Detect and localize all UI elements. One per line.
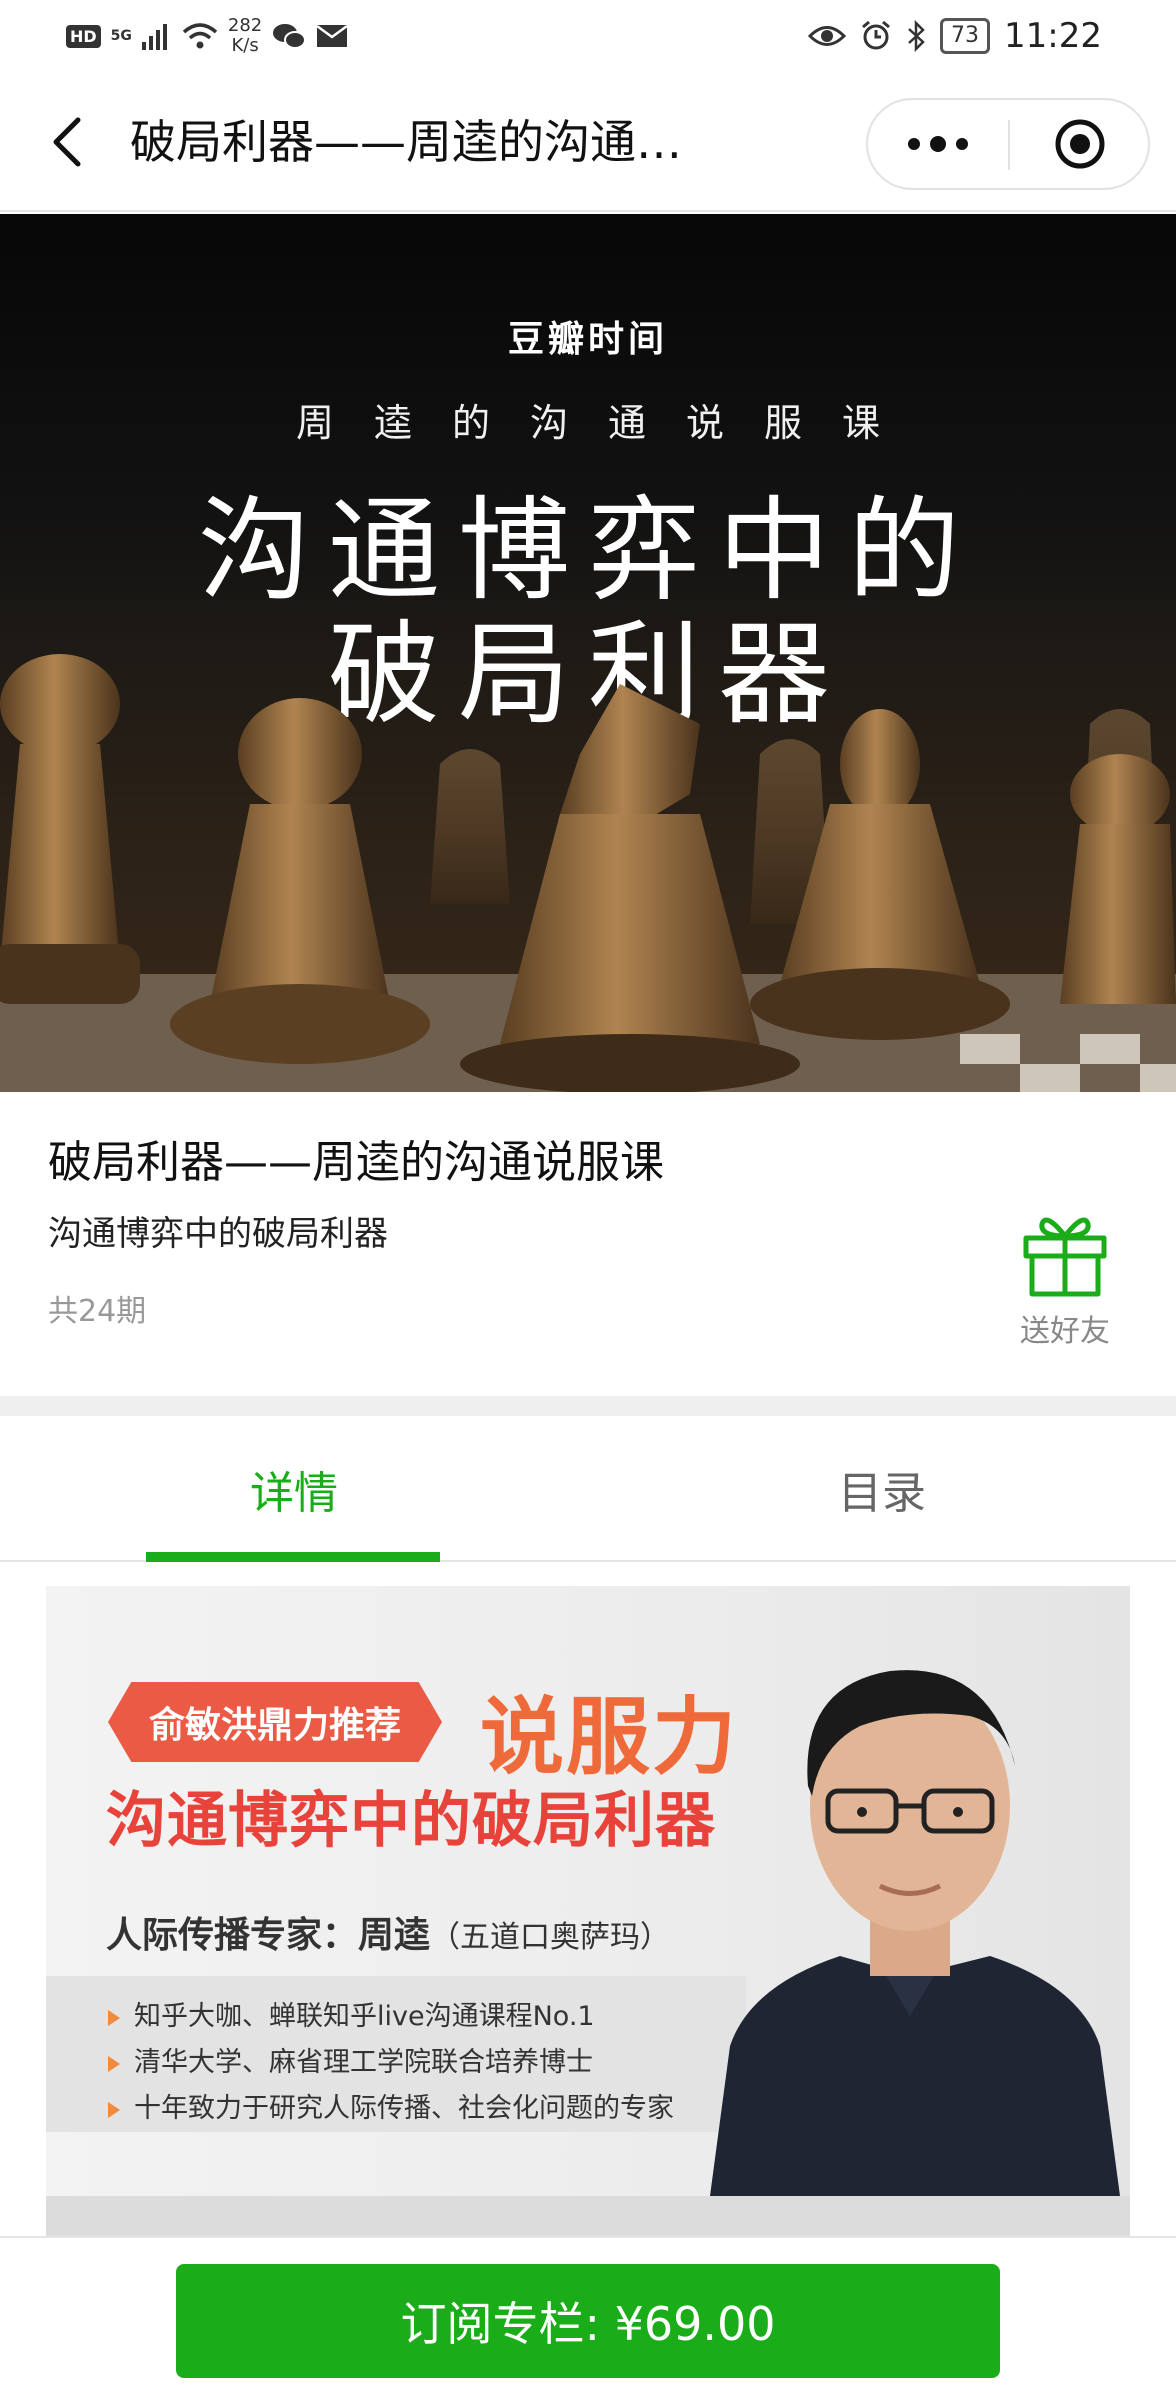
clock: 11:22 — [1004, 16, 1102, 56]
section-divider — [0, 1396, 1176, 1416]
wifi-icon — [182, 23, 218, 49]
more-dots-icon — [908, 136, 968, 152]
tab-catalog[interactable]: 目录 — [588, 1416, 1176, 1562]
battery-icon: 73 — [940, 18, 991, 54]
gift-label: 送好友 — [1020, 1314, 1110, 1349]
status-bar: HD 5G 282 K/s 73 11:22 — [0, 0, 1176, 72]
expert-label: 人际传播专家：周逵 — [106, 1915, 431, 1956]
subscribe-button[interactable]: 订阅专栏: ¥69.00 — [176, 2264, 1000, 2378]
active-tab-indicator — [146, 1552, 440, 1562]
hd-badge: HD — [66, 24, 101, 48]
speed-value: 282 — [227, 15, 263, 36]
bullet-icon — [108, 2101, 120, 2118]
bullet-icon — [108, 2009, 120, 2026]
network-speed: 282 K/s — [228, 16, 262, 56]
banner-slogan: 沟通博弈中的破局利器 — [106, 1786, 716, 1856]
close-miniprogram-button[interactable] — [1010, 100, 1150, 188]
credential-item: 知乎大咖、蝉联知乎live沟通课程No.1 — [108, 1994, 595, 2033]
bluetooth-icon — [908, 20, 925, 52]
promo-banner: 俞敏洪鼎力推荐 说服力 沟通博弈中的破局利器 人际传播专家：周逵（五道口奥萨玛）… — [46, 1586, 1130, 2236]
gift-icon — [1023, 1217, 1107, 1297]
bullet-icon — [108, 2055, 120, 2072]
wechat-icon — [273, 24, 307, 49]
course-subtitle: 沟通博弈中的破局利器 — [48, 1214, 388, 1254]
credential-text: 十年致力于研究人际传播、社会化问题的专家 — [134, 2093, 674, 2124]
banner-footer — [46, 2196, 1130, 2236]
credential-text: 知乎大咖、蝉联知乎live沟通课程No.1 — [134, 2001, 595, 2032]
episode-count: 共24期 — [48, 1294, 147, 1329]
miniprogram-capsule — [866, 98, 1150, 190]
cover-subtitle: 周逵的沟通说服课 — [295, 401, 920, 445]
speed-unit: K/s — [231, 35, 259, 56]
course-title: 破局利器——周逵的沟通说服课 — [48, 1137, 664, 1188]
credential-text: 清华大学、麻省理工学院联合培养博士 — [134, 2047, 593, 2078]
expert-line: 人际传播专家：周逵（五道口奥萨玛） — [106, 1906, 670, 1958]
bottom-action-bar: 订阅专栏: ¥69.00 — [0, 2236, 1176, 2400]
back-arrow-icon[interactable] — [40, 112, 100, 172]
tab-bar: 详情 目录 — [0, 1416, 1176, 1562]
expert-credentials: 知乎大咖、蝉联知乎live沟通课程No.1 清华大学、麻省理工学院联合培养博士 … — [46, 1976, 746, 2132]
gift-to-friend-button[interactable]: 送好友 — [1010, 1202, 1120, 1352]
status-left: HD 5G 282 K/s — [66, 14, 349, 58]
tab-details[interactable]: 详情 — [0, 1416, 588, 1562]
network-type: 5G — [110, 28, 132, 44]
credential-item: 十年致力于研究人际传播、社会化问题的专家 — [108, 2086, 674, 2125]
page-title: 破局利器——周逵的沟通… — [130, 115, 682, 169]
douban-time-logo: 豆瓣时间 — [507, 319, 668, 360]
nav-bar: 破局利器——周逵的沟通… — [0, 72, 1176, 212]
eye-icon — [808, 26, 847, 46]
signal-icon — [141, 24, 167, 50]
course-info: 破局利器——周逵的沟通说服课 沟通博弈中的破局利器 共24期 送好友 — [0, 1092, 1176, 1396]
chess-pieces-image — [0, 654, 1176, 1092]
recommend-badge: 俞敏洪鼎力推荐 — [108, 1682, 442, 1762]
target-icon — [1055, 119, 1105, 169]
more-button[interactable] — [868, 100, 1008, 188]
mail-icon — [316, 24, 349, 47]
credential-item: 清华大学、麻省理工学院联合培养博士 — [108, 2040, 593, 2079]
alarm-icon — [862, 20, 890, 50]
course-cover: 豆瓣时间 周逵的沟通说服课 沟通博弈中的 破局利器 — [0, 214, 1176, 1092]
expert-alias: （五道口奥萨玛） — [430, 1920, 671, 1955]
instructor-photo — [710, 1670, 1120, 2196]
status-right: 73 11:22 — [808, 14, 1102, 58]
